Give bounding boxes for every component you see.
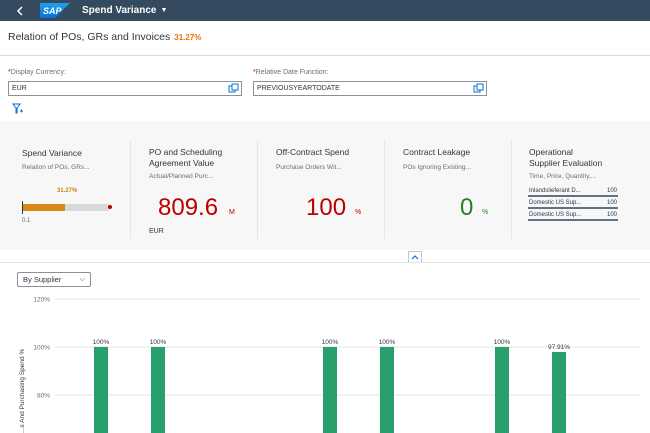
currency-label-text: Display Currency: — [10, 69, 66, 76]
bar-chart: 120% 100% 80% ...s And Purchasing Spend % 10… — [19, 297, 640, 433]
kpi-contract-leakage[interactable]: Contract Leakage POs Ignoring Existing..… — [385, 121, 511, 250]
value-help-icon[interactable] — [228, 83, 239, 94]
kpi-subtitle: Purchase Orders Wit... — [276, 164, 342, 171]
supplier-name: Domestic US Sup... — [529, 212, 582, 218]
filter-bar: *Display Currency: EUR *Relative Date Fu… — [0, 56, 650, 120]
value-help-icon[interactable] — [473, 83, 484, 94]
kpi-supplier-evaluation[interactable]: Operational Supplier Evaluation Time, Pr… — [512, 121, 650, 250]
chevron-down-icon: ⌵ — [79, 276, 85, 283]
supplier-row: Domestic US Sup... 100 — [528, 199, 618, 209]
y-tick-label: 120% — [33, 297, 50, 304]
bar — [94, 347, 108, 433]
kpi-title-line1: Operational — [529, 147, 573, 157]
date-function-value: PREVIOUSYEARTODATE — [257, 85, 340, 92]
bar — [495, 347, 509, 433]
supplier-row: Inlandslieferant D... 100 — [528, 187, 618, 197]
bullet-bar-start — [22, 201, 23, 214]
view-select[interactable]: By Supplier ⌵ — [17, 272, 91, 287]
bullet-bar-label: 31.27% — [57, 188, 78, 194]
data-label: 100% — [379, 339, 396, 346]
kpi-unit: M — [229, 209, 235, 216]
data-label: 97.91% — [548, 344, 570, 351]
kpi-currency: EUR — [149, 228, 164, 235]
y-tick-label: 100% — [33, 345, 50, 352]
supplier-score: 100 — [606, 212, 617, 218]
kpi-value: 100 — [306, 194, 347, 221]
bullet-bar-fill — [22, 204, 65, 211]
kpi-title: Spend Variance — [22, 148, 82, 158]
bar — [323, 347, 337, 433]
data-label: 100% — [93, 339, 110, 346]
kpi-subtitle: Relation of POs, GRs... — [22, 164, 90, 171]
kpi-title: Contract Leakage — [403, 147, 471, 157]
filter-settings-icon[interactable] — [12, 103, 24, 115]
chart-area: 120% 100% 80% ...s And Purchasing Spend % 10… — [0, 262, 650, 433]
back-arrow-icon — [16, 5, 23, 16]
supplier-score: 100 — [606, 188, 617, 194]
kpi-subtitle: POs Ignoring Existing... — [403, 164, 471, 171]
page-title: Relation of POs, GRs and Invoices 31.27% — [8, 31, 201, 43]
svg-text:SAP: SAP — [43, 6, 63, 16]
currency-input[interactable]: EUR — [8, 81, 242, 96]
kpi-value: 0 — [460, 194, 474, 221]
currency-value: EUR — [12, 85, 27, 92]
date-function-label: *Relative Date Function: — [253, 69, 329, 76]
supplier-score: 100 — [606, 200, 617, 206]
data-label: 100% — [150, 339, 167, 346]
kpi-unit: % — [482, 209, 489, 216]
bar — [552, 352, 566, 433]
supplier-row: Domestic US Sup... 100 — [528, 211, 618, 221]
y-tick-label: 80% — [37, 393, 50, 400]
supplier-name: Inlandslieferant D... — [529, 188, 581, 194]
date-function-label-text: Relative Date Function: — [255, 69, 329, 76]
y-axis-label: ...s And Purchasing Spend % — [19, 349, 26, 433]
view-select-value: By Supplier — [23, 275, 62, 284]
kpi-title-line2: Supplier Evaluation — [529, 158, 603, 168]
sap-logo[interactable]: SAP — [40, 3, 70, 18]
currency-label: *Display Currency: — [8, 69, 66, 76]
bullet-bar-target — [108, 205, 112, 209]
app-title-menu[interactable]: Spend Variance ▼ — [82, 5, 167, 16]
date-function-input[interactable]: PREVIOUSYEARTODATE — [253, 81, 487, 96]
kpi-header-area: Spend Variance Relation of POs, GRs... 3… — [0, 121, 650, 250]
kpi-off-contract[interactable]: Off-Contract Spend Purchase Orders Wit..… — [258, 121, 384, 250]
page-title-text: Relation of POs, GRs and Invoices — [8, 31, 171, 43]
kpi-po-value[interactable]: PO and Scheduling Agreement Value Actual… — [131, 121, 257, 250]
caret-down-icon: ▼ — [160, 7, 168, 14]
page-header: Relation of POs, GRs and Invoices 31.27% — [0, 21, 650, 56]
kpi-unit: % — [355, 209, 362, 216]
app-title: Spend Variance — [82, 5, 157, 16]
kpi-title-line2: Agreement Value — [149, 158, 215, 168]
shell-bar: SAP Spend Variance ▼ — [0, 0, 650, 21]
kpi-spend-variance[interactable]: Spend Variance Relation of POs, GRs... 3… — [0, 121, 130, 250]
bar — [151, 347, 165, 433]
kpi-title: Off-Contract Spend — [276, 147, 350, 157]
bar — [380, 347, 394, 433]
kpi-title-line1: PO and Scheduling — [149, 147, 223, 157]
bullet-bar-min: 0.1 — [22, 218, 31, 224]
back-button[interactable] — [10, 0, 30, 21]
kpi-subtitle: Actual/Planned Purc... — [149, 173, 214, 180]
data-label: 100% — [494, 339, 511, 346]
kpi-value: 809.6 — [158, 194, 219, 221]
kpi-subtitle: Time, Price, Quantity,... — [529, 173, 597, 180]
chevron-up-icon — [411, 255, 419, 260]
bullet-bar-track — [22, 204, 109, 211]
supplier-name: Domestic US Sup... — [529, 200, 582, 206]
page-title-percent: 31.27% — [174, 33, 202, 42]
data-label: 100% — [322, 339, 339, 346]
